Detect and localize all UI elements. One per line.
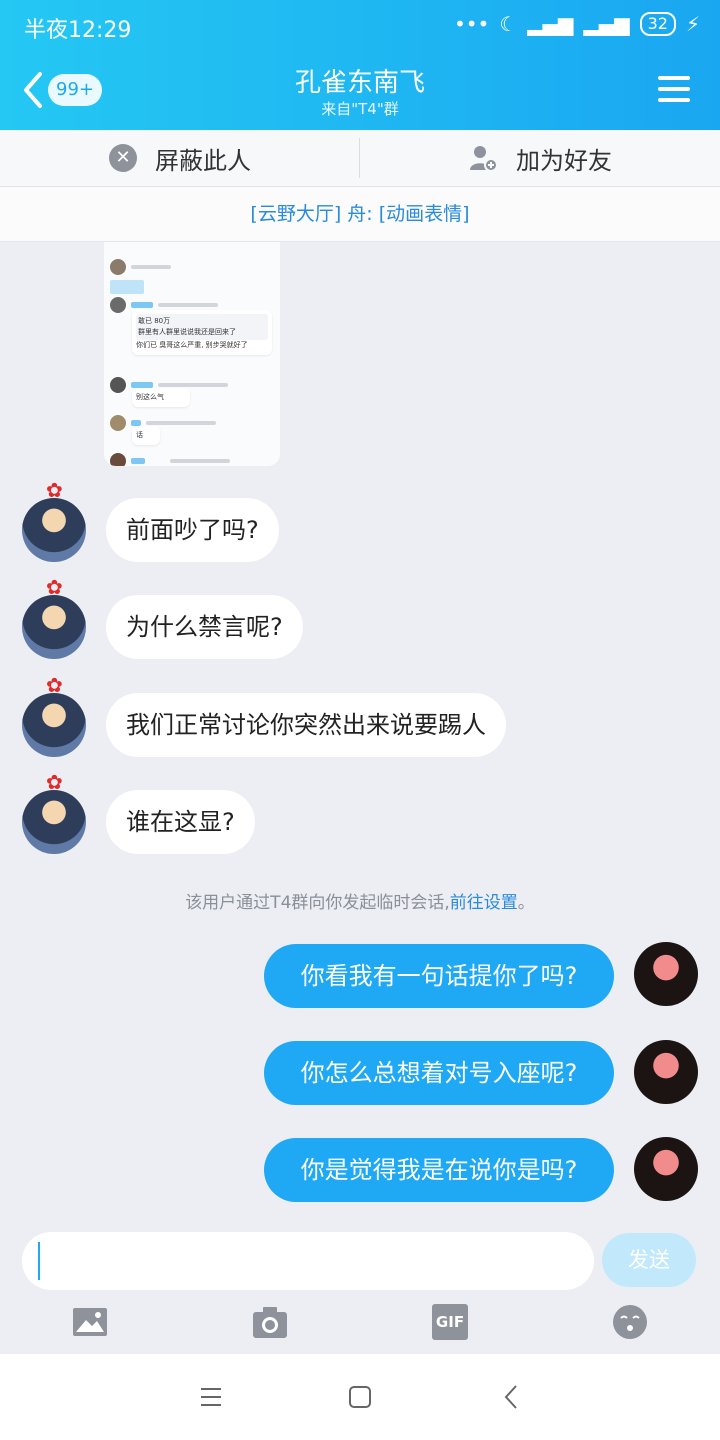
add-friend-button[interactable]: 加为好友: [360, 130, 720, 186]
flower-icon: ✿: [46, 770, 63, 794]
battery-icon: 32: [639, 12, 676, 36]
flower-icon: ✿: [46, 478, 63, 502]
block-label: 屏蔽此人: [155, 146, 251, 175]
system-back-icon[interactable]: [502, 1384, 520, 1410]
my-avatar[interactable]: [634, 942, 698, 1006]
group-notice[interactable]: [云野大厅] 舟: [动画表情]: [0, 187, 720, 242]
screenshot-line: 你们已 臭哥这么严重, 别步哭就好了: [136, 341, 248, 349]
chat-subtitle: 来自"T4"群: [321, 100, 399, 118]
screenshot-line: 话: [132, 426, 160, 445]
signal-icon: ▂▄▆: [527, 12, 574, 36]
menu-icon[interactable]: [658, 76, 690, 104]
add-friend-icon: [470, 146, 498, 172]
incoming-message[interactable]: 我们正常讨论你突然出来说要踢人: [106, 693, 506, 757]
home-icon[interactable]: [348, 1385, 372, 1409]
message-input[interactable]: [22, 1232, 594, 1290]
shared-screenshot-image[interactable]: 敢已 80万 群里有人群里说说我还是回来了 你们已 臭哥这么严重, 别步哭就好了…: [104, 242, 280, 466]
add-friend-label: 加为好友: [516, 146, 612, 175]
system-message-tail: 。: [517, 893, 535, 913]
sender-avatar[interactable]: ✿: [22, 575, 86, 659]
recent-apps-icon[interactable]: [199, 1386, 223, 1408]
text-caret: [38, 1242, 40, 1280]
more-dots-icon: •••: [453, 12, 490, 36]
signal-hd-icon: ▂▄▆: [583, 12, 630, 36]
outgoing-message[interactable]: 你是觉得我是在说你是吗?: [264, 1138, 614, 1202]
block-button[interactable]: ✕ 屏蔽此人: [0, 130, 360, 186]
screenshot-line: 敢已 80万: [138, 317, 171, 325]
sender-avatar[interactable]: ✿: [22, 770, 86, 854]
charging-icon: ⚡: [685, 12, 700, 36]
outgoing-message[interactable]: 你怎么总想着对号入座呢?: [264, 1041, 614, 1105]
sender-avatar[interactable]: ✿: [22, 478, 86, 562]
system-nav-bar: [0, 1354, 720, 1440]
screenshot-line: 群里有人群里说说我还是回来了: [138, 328, 236, 336]
system-message: 该用户通过T4群向你发起临时会话,前往设置。: [0, 888, 720, 913]
sender-avatar[interactable]: ✿: [22, 673, 86, 757]
status-icons: ••• ☾ ▂▄▆ ▂▄▆ 32 ⚡: [454, 12, 700, 36]
incoming-message[interactable]: 为什么禁言呢?: [106, 595, 303, 659]
action-bar: ✕ 屏蔽此人 加为好友: [0, 130, 720, 187]
block-icon: ✕: [109, 144, 137, 172]
incoming-message[interactable]: 前面吵了吗?: [106, 498, 279, 562]
outgoing-message[interactable]: 你看我有一句话提你了吗?: [264, 944, 614, 1008]
emoji-icon[interactable]: [612, 1304, 648, 1340]
my-avatar[interactable]: [634, 1040, 698, 1104]
incoming-message[interactable]: 谁在这显?: [106, 790, 255, 854]
flower-icon: ✿: [46, 575, 63, 599]
screenshot-line: 别这么气: [132, 388, 190, 407]
chat-title: 孔雀东南飞: [294, 68, 425, 98]
status-time: 半夜12:29: [24, 18, 132, 43]
camera-icon[interactable]: [252, 1304, 288, 1340]
system-message-text: 该用户通过T4群向你发起临时会话,: [185, 893, 450, 913]
settings-link[interactable]: 前往设置: [450, 893, 518, 913]
my-avatar[interactable]: [634, 1137, 698, 1201]
gif-icon[interactable]: GIF: [432, 1304, 468, 1340]
send-button[interactable]: 发送: [602, 1233, 696, 1287]
moon-icon: ☾: [499, 12, 518, 36]
flower-icon: ✿: [46, 673, 63, 697]
image-icon[interactable]: [72, 1304, 108, 1340]
